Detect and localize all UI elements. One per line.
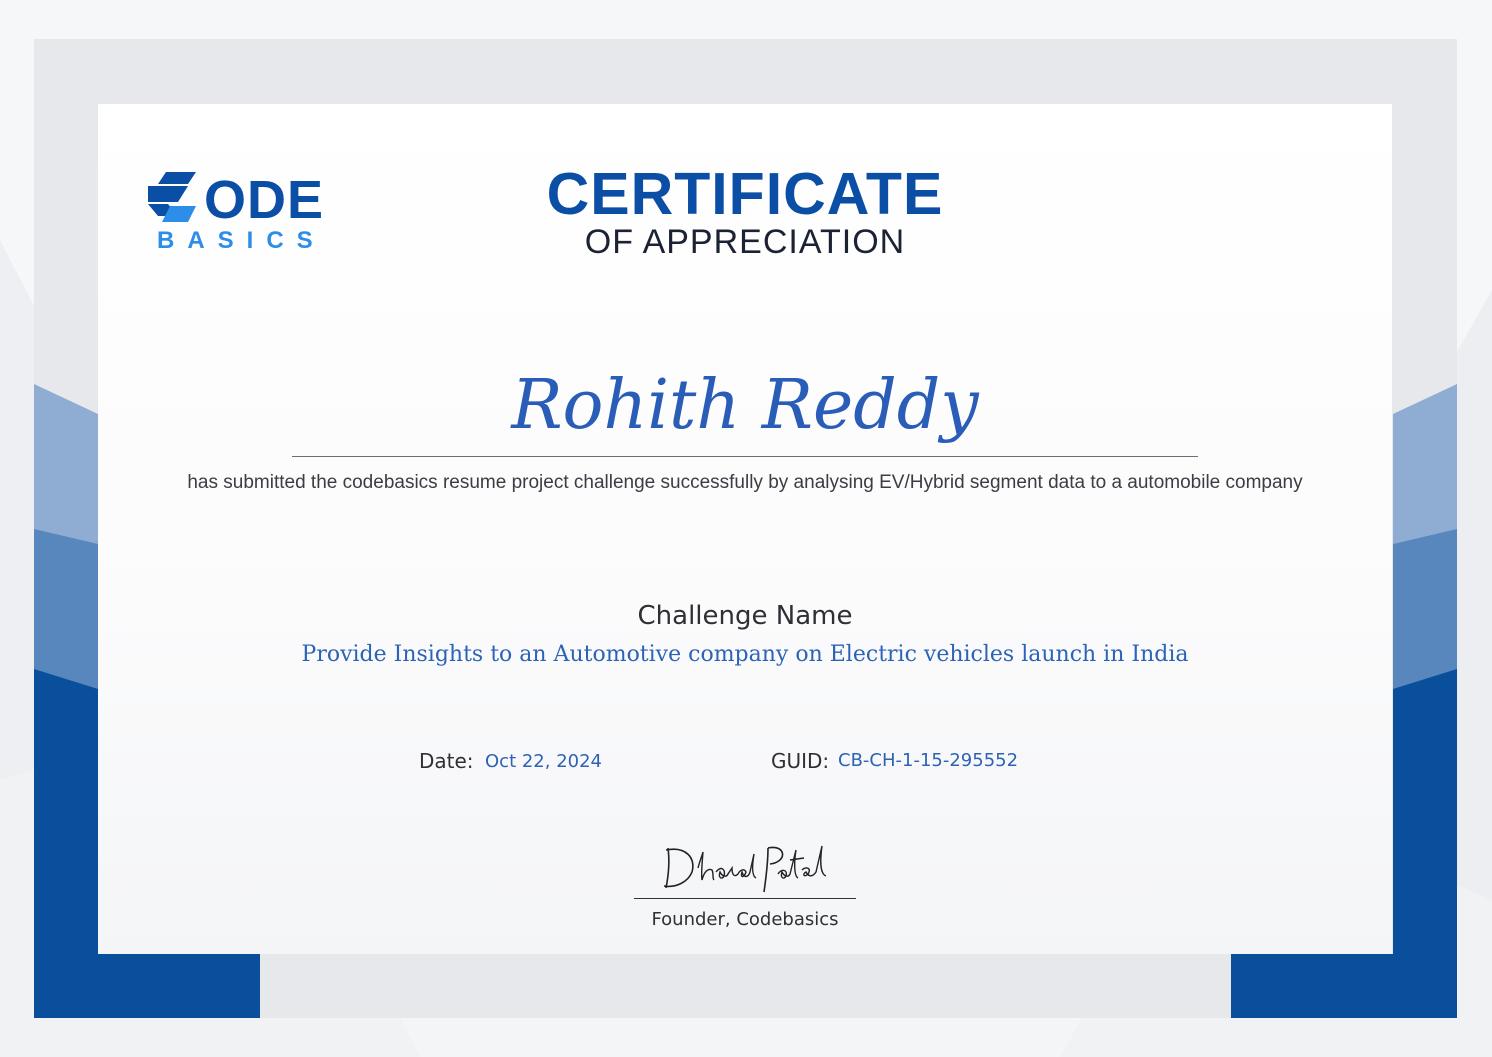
- signature-line: [634, 898, 856, 899]
- achievement-statement: has submitted the codebasics resume proj…: [187, 472, 1303, 493]
- certificate-subtitle: OF APPRECIATION: [584, 223, 906, 261]
- date-value: Oct 22, 2024: [485, 751, 602, 772]
- founder-signature: [663, 845, 827, 893]
- challenge-name: Provide Insights to an Automotive compan…: [301, 642, 1189, 667]
- guid-label: GUID:: [771, 749, 830, 773]
- codebasics-logo: ODE BASICS: [148, 170, 338, 260]
- guid-value: CB-CH-1-15-295552: [838, 750, 1019, 771]
- logo-wordmark: ODE: [204, 170, 325, 230]
- date-label: Date:: [419, 749, 474, 773]
- certificate-title: CERTIFICATE: [546, 161, 944, 227]
- signer-title: Founder, Codebasics: [651, 909, 839, 930]
- recipient-underline: [292, 456, 1198, 457]
- logo-cube-icon: [148, 172, 196, 222]
- challenge-label: Challenge Name: [637, 601, 853, 631]
- logo-subtext: BASICS: [157, 227, 326, 254]
- recipient-name: Rohith Reddy: [511, 366, 979, 445]
